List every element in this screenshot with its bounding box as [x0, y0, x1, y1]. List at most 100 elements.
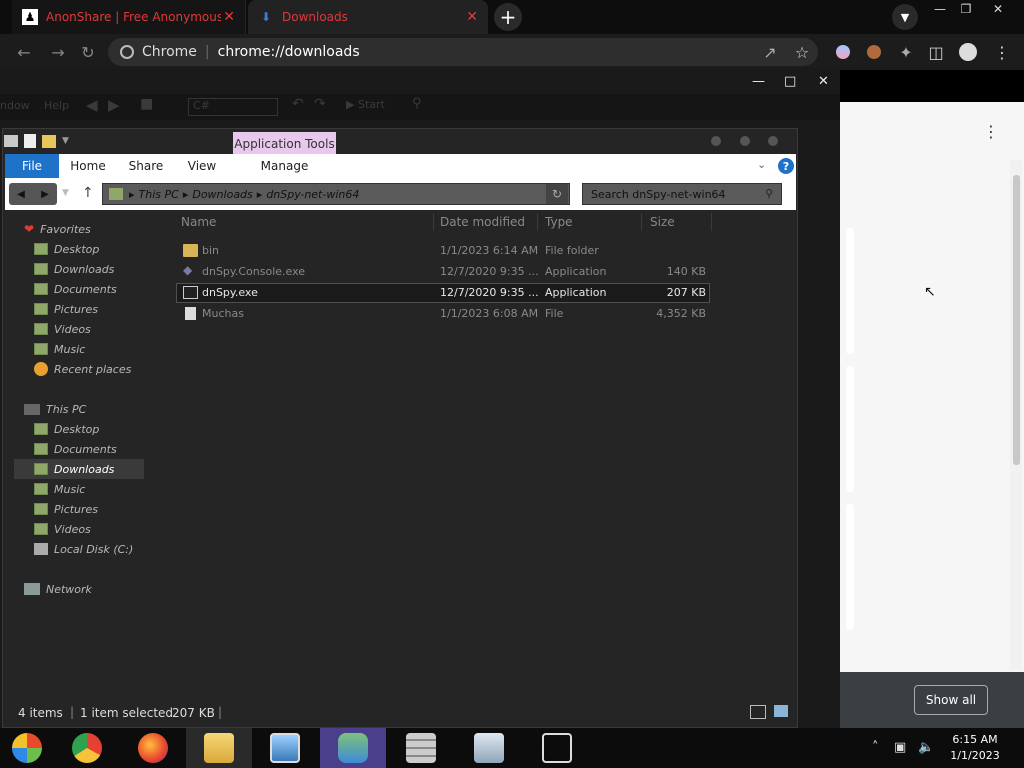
nav-this-pc[interactable]: This PC	[14, 399, 86, 419]
system-clock[interactable]: 6:15 AM 1/1/2023	[930, 732, 1020, 764]
column-name[interactable]: Name	[181, 215, 216, 229]
nav-fav-desktop[interactable]: Desktop	[14, 239, 99, 259]
taskbar-task-view[interactable]	[524, 728, 590, 768]
breadcrumb-downloads[interactable]: Downloads	[192, 188, 252, 201]
close-icon[interactable]: ✕	[466, 9, 478, 25]
nav-pc-pictures[interactable]: Pictures	[14, 499, 98, 519]
restore-button[interactable]: ❐	[952, 0, 980, 18]
tab-search-button[interactable]: ▼	[892, 4, 918, 30]
reload-icon[interactable]: ↻	[78, 42, 98, 62]
back-icon[interactable]: ←	[14, 42, 34, 62]
nav-fav-videos[interactable]: Videos	[14, 319, 91, 339]
file-row[interactable]: ◆ dnSpy.Console.exe 12/7/2020 9:35 ... A…	[176, 262, 710, 282]
close-window-button[interactable]	[768, 136, 778, 146]
menu-item-help[interactable]: Help	[44, 99, 69, 112]
extension-icon[interactable]	[833, 42, 853, 62]
taskbar-users[interactable]	[320, 728, 386, 768]
file-row[interactable]: Muchas 1/1/2023 6:08 AM File 4,352 KB	[176, 304, 710, 324]
column-divider[interactable]	[641, 213, 642, 231]
taskbar-photos[interactable]	[252, 728, 318, 768]
tab-anonshare[interactable]: ♟ AnonShare | Free Anonymous File ✕	[12, 0, 246, 34]
help-icon[interactable]: ?	[778, 158, 794, 174]
breadcrumb-this-pc[interactable]: This PC	[139, 188, 179, 201]
minimize-button[interactable]: —	[926, 0, 954, 18]
start-button[interactable]	[0, 728, 54, 768]
column-divider[interactable]	[537, 213, 538, 231]
omnibox[interactable]: Chrome | chrome://downloads	[108, 38, 818, 66]
nav-favorites[interactable]: ❤ Favorites	[14, 219, 91, 239]
nav-fav-downloads[interactable]: Downloads	[14, 259, 114, 279]
minimize-button[interactable]	[711, 136, 721, 146]
menu-item-window[interactable]: ndow	[0, 99, 30, 112]
details-view-icon[interactable]	[750, 705, 766, 719]
open-icon[interactable]: ■	[140, 96, 153, 112]
taskbar-chrome[interactable]	[54, 728, 120, 768]
nav-network[interactable]: Network	[14, 579, 92, 599]
recent-locations-icon[interactable]: ▼	[62, 188, 69, 198]
chevron-down-icon[interactable]: ▼	[62, 136, 69, 146]
show-hidden-icons-icon[interactable]: ˄	[872, 740, 879, 755]
column-type[interactable]: Type	[545, 215, 573, 229]
new-folder-icon[interactable]	[42, 134, 56, 148]
nav-pc-desktop[interactable]: Desktop	[14, 419, 99, 439]
search-input[interactable]: Search dnSpy-net-win64 ⚲	[582, 183, 782, 205]
breadcrumb-dnspy[interactable]: dnSpy-net-win64	[266, 188, 359, 201]
forward-icon[interactable]: →	[48, 42, 68, 62]
taskbar-file-explorer[interactable]	[186, 728, 252, 768]
profile-avatar[interactable]	[958, 42, 978, 62]
tab-view[interactable]: View	[181, 154, 223, 178]
forward-icon[interactable]: ▶	[33, 183, 57, 205]
maximize-button[interactable]: □	[784, 74, 796, 89]
taskbar-performance-monitor[interactable]	[456, 728, 522, 768]
chevron-down-icon[interactable]: ⌄	[757, 158, 766, 171]
nav-pc-downloads[interactable]: Downloads	[14, 459, 144, 479]
taskbar-firewall[interactable]	[388, 728, 454, 768]
nav-pc-music[interactable]: Music	[14, 479, 85, 499]
column-size[interactable]: Size	[650, 215, 675, 229]
column-date[interactable]: Date modified	[440, 215, 525, 229]
tab-file[interactable]: File	[5, 154, 59, 178]
column-divider[interactable]	[433, 213, 434, 231]
large-icons-view-icon[interactable]	[774, 705, 788, 717]
side-panel-icon[interactable]: ◫	[926, 42, 946, 62]
tab-home[interactable]: Home	[65, 154, 111, 178]
new-tab-button[interactable]: +	[494, 3, 522, 31]
menu-dots-icon[interactable]: ⋮	[992, 42, 1012, 62]
refresh-icon[interactable]: ↻	[546, 184, 568, 204]
undo-icon[interactable]: ↶	[292, 96, 304, 112]
scrollbar-thumb[interactable]	[1013, 175, 1020, 465]
close-window-button[interactable]: ✕	[984, 0, 1012, 18]
file-row-selected[interactable]: dnSpy.exe 12/7/2020 9:35 ... Application…	[176, 283, 710, 303]
extension-icon[interactable]	[864, 42, 884, 62]
forward-icon[interactable]: ▶	[108, 96, 120, 114]
language-select[interactable]: C#	[188, 98, 278, 116]
address-bar[interactable]: ▸ This PC ▸ Downloads ▸ dnSpy-net-win64	[102, 183, 570, 205]
back-icon[interactable]: ◀	[9, 183, 33, 205]
nav-fav-pictures[interactable]: Pictures	[14, 299, 98, 319]
properties-icon[interactable]	[24, 134, 36, 148]
puzzle-icon[interactable]: ✦	[896, 42, 916, 62]
nav-fav-music[interactable]: Music	[14, 339, 85, 359]
nav-pc-videos[interactable]: Videos	[14, 519, 91, 539]
up-arrow-icon[interactable]: ↑	[82, 185, 98, 203]
close-window-button[interactable]: ✕	[818, 74, 829, 89]
nav-fav-recent[interactable]: Recent places	[14, 359, 131, 379]
nav-pc-documents[interactable]: Documents	[14, 439, 117, 459]
downloads-menu-icon[interactable]: ⋮	[983, 122, 999, 141]
minimize-button[interactable]: —	[752, 74, 765, 89]
column-divider[interactable]	[711, 213, 712, 231]
bookmark-star-icon[interactable]: ☆	[792, 42, 812, 62]
nav-fav-documents[interactable]: Documents	[14, 279, 117, 299]
maximize-button[interactable]	[740, 136, 750, 146]
redo-icon[interactable]: ↷	[314, 96, 326, 112]
show-all-button[interactable]: Show all	[914, 685, 988, 715]
file-row[interactable]: bin 1/1/2023 6:14 AM File folder	[176, 241, 710, 261]
nav-pc-local-disk[interactable]: Local Disk (C:)	[14, 539, 133, 559]
taskbar-firefox[interactable]	[120, 728, 186, 768]
network-icon[interactable]: ▣	[894, 740, 906, 755]
tab-share[interactable]: Share	[123, 154, 169, 178]
start-button[interactable]: ▶ Start	[346, 98, 385, 111]
tab-downloads[interactable]: ⬇ Downloads ✕	[248, 0, 488, 34]
search-icon[interactable]: ⚲	[412, 96, 422, 111]
share-icon[interactable]: ↗	[760, 42, 780, 62]
